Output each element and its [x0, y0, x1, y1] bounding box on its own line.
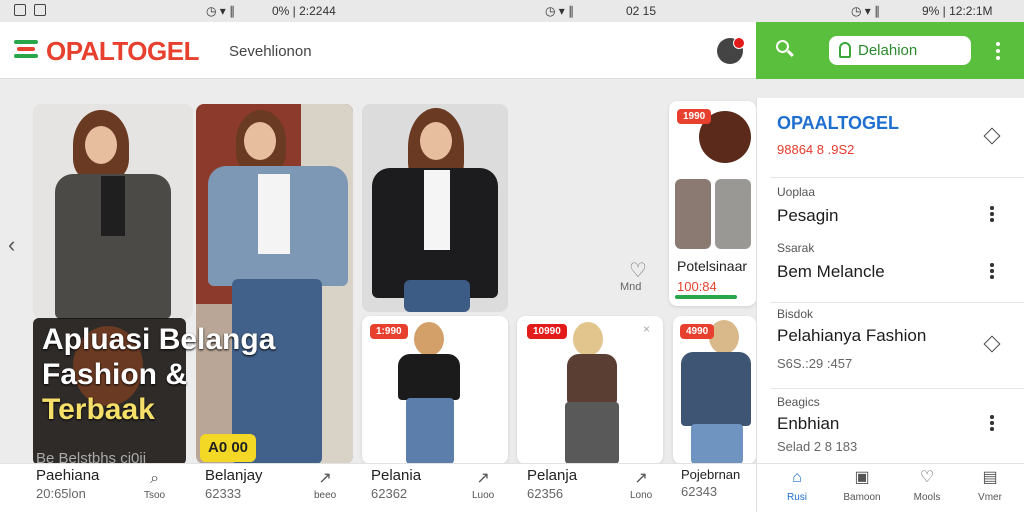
- search-icon[interactable]: [776, 40, 794, 58]
- panel-row-3-label: Bisdok: [777, 307, 814, 321]
- alarm-icon-mid: ◷ ▾ ∥: [545, 4, 575, 18]
- panel-brand-sub: 98864 8 .9S2: [777, 142, 855, 157]
- logo-icon: [14, 40, 38, 62]
- close-icon[interactable]: ×: [643, 322, 650, 336]
- search-icon: ⌕: [150, 470, 160, 487]
- more-options-icon[interactable]: [996, 42, 1000, 60]
- divider: [770, 388, 1024, 389]
- bottom-item-4[interactable]: Pelanja 62356: [527, 467, 577, 501]
- share-action-3[interactable]: ↗ Lono: [630, 470, 652, 501]
- model-photo-3[interactable]: [362, 104, 508, 312]
- divider: [770, 302, 1024, 303]
- tag-badge-2: 1:990: [370, 324, 408, 339]
- nav-categories[interactable]: ▣ Bamoon: [832, 468, 892, 503]
- divider: [770, 177, 1024, 178]
- login-pill-button[interactable]: Delahion: [829, 36, 971, 65]
- more-options-icon[interactable]: [990, 206, 994, 224]
- favorite-label: Mnd: [620, 281, 642, 293]
- status-time-mid: 02 15: [626, 4, 657, 18]
- share-action-2[interactable]: ↗ Luoo: [472, 470, 494, 501]
- search-action[interactable]: ⌕ Tsoo: [144, 470, 165, 501]
- bottom-item-5[interactable]: Pojebrnan 62343: [681, 467, 756, 499]
- side-product-progress: [675, 295, 737, 299]
- panel-row-1-label: Uoplaa: [777, 185, 816, 199]
- status-time-right: 9% | 12:2:1M: [922, 4, 993, 18]
- carousel-prev-arrow-icon[interactable]: ‹: [8, 232, 15, 258]
- panel-row-3-value[interactable]: Pelahianya Fashion: [777, 326, 926, 346]
- bottom-item-1[interactable]: Paehiana 20:65lon: [36, 467, 99, 501]
- share-icon: ↗: [318, 470, 332, 487]
- side-product-name: Potelsinaar: [677, 258, 748, 274]
- lock-icon: [839, 42, 851, 58]
- wifi-icon: ◷ ▾ ∥: [851, 4, 881, 18]
- model-photo-1[interactable]: [33, 104, 193, 319]
- bottom-item-3[interactable]: Pelania 62362: [371, 467, 421, 501]
- notification-icon: [14, 4, 26, 16]
- heart-icon: ♡: [919, 469, 935, 486]
- alarm-icon: ◷ ▾ ∥: [206, 4, 236, 18]
- header-subtitle: Sevehlionon: [229, 43, 312, 60]
- more-options-icon[interactable]: [990, 415, 994, 433]
- tag-badge-4: 4990: [680, 324, 715, 339]
- home-icon: ⌂: [792, 469, 802, 486]
- tag-badge-1: 1990: [677, 109, 712, 124]
- side-product-price: 100:84: [677, 279, 717, 294]
- more-options-icon[interactable]: [990, 263, 994, 281]
- message-icon: [34, 4, 46, 16]
- panel-row-2-value[interactable]: Bem Melancle: [777, 262, 885, 282]
- share-action[interactable]: ↗ beeo: [314, 470, 336, 501]
- panel-row-1-value[interactable]: Pesagin: [777, 206, 838, 226]
- heart-icon[interactable]: ♡: [629, 258, 647, 283]
- status-bar: ◷ ▾ ∥ 0% | 2:2244 ◷ ▾ ∥ 02 15 ◷ ▾ ∥ 9% |…: [0, 0, 1024, 22]
- bottom-item-2[interactable]: Belanjay 62333: [205, 467, 263, 501]
- document-icon: ▤: [982, 469, 998, 486]
- side-product-card[interactable]: 100:84: [669, 101, 756, 306]
- panel-row-4-value[interactable]: Enbhian: [777, 414, 839, 434]
- tag-badge-3: 10990: [527, 324, 567, 339]
- status-time-left: 0% | 2:2244: [272, 4, 336, 18]
- panel-brand: OPAALTOGEL: [777, 113, 900, 133]
- panel-row-2-label: Ssarak: [777, 241, 815, 255]
- promo-badge[interactable]: A0 00: [200, 434, 257, 462]
- app-logo[interactable]: OPALTOGEL: [46, 36, 199, 67]
- share-icon: ↗: [634, 470, 648, 487]
- nav-home[interactable]: ⌂ Rusi: [767, 468, 827, 503]
- panel-row-4-label: Beagics: [777, 395, 820, 409]
- share-icon: ↗: [476, 470, 490, 487]
- panel-row-4-small: Selad 2 8 183: [777, 439, 858, 454]
- notification-badge: [733, 37, 745, 49]
- nav-favorites[interactable]: ♡ Mools: [897, 468, 957, 503]
- panel-row-3-small: S6S.:29 :457: [777, 356, 853, 371]
- promo-title: Apluasi Belanga Fashion & Terbaak: [42, 323, 276, 426]
- app-header: OPALTOGEL Sevehlionon: [0, 22, 756, 79]
- nav-profile[interactable]: ▤ Vmer: [960, 468, 1020, 503]
- login-pill-label: Delahion: [858, 42, 918, 59]
- grid-icon: ▣: [854, 469, 870, 486]
